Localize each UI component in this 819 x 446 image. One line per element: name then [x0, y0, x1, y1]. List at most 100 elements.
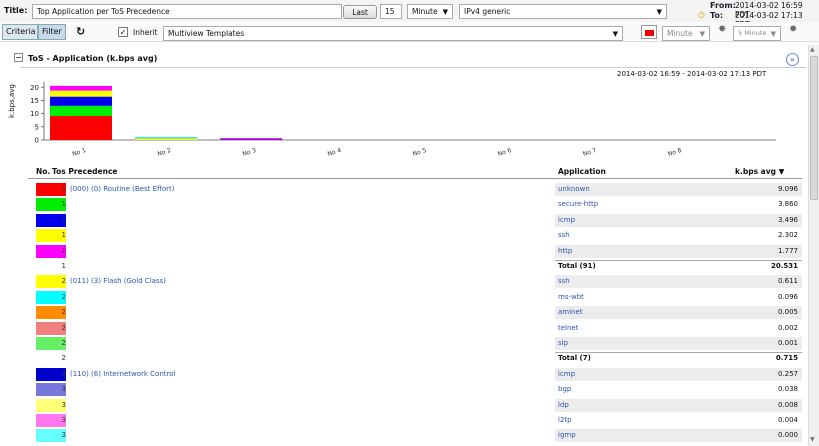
total-row[interactable]: 1 Total (91) 20.531	[30, 259, 802, 274]
to-label: To:	[710, 11, 724, 20]
kbps-value: 0.008	[777, 400, 798, 409]
header-application[interactable]: Application	[558, 167, 606, 176]
x-tick-label: No 8	[667, 147, 683, 158]
last-button[interactable]: Last	[343, 5, 377, 19]
tab-criteria[interactable]: Criteria	[2, 24, 38, 40]
application-link[interactable]: ssh	[558, 277, 570, 285]
table-row[interactable]: 2 sip 0.001	[30, 336, 802, 351]
chevron-down-icon: ▼	[656, 8, 662, 16]
application-link[interactable]: ssh	[558, 231, 570, 239]
minute-select[interactable]: Minute ▼	[662, 26, 710, 41]
table-row[interactable]: 3 l2tp 0.004	[30, 413, 802, 428]
tos-precedence-link[interactable]: (011) (3) Flash (Gold Class)	[70, 277, 166, 285]
gear-icon[interactable]: ✸	[718, 24, 726, 35]
last-count-input[interactable]: 15	[380, 4, 402, 19]
scrollbar-thumb[interactable]	[810, 56, 818, 200]
kbps-value: 0.000	[777, 431, 798, 440]
unit-select[interactable]: Minute ▼	[407, 4, 453, 19]
rank-number: 2	[61, 339, 66, 347]
x-tick-label: No 2	[157, 147, 173, 158]
inherit-checkbox[interactable]: ✓	[118, 27, 128, 37]
application-link[interactable]: icmp	[558, 370, 575, 378]
template-select[interactable]: IPv4 generic ▼	[459, 4, 667, 19]
row-background	[555, 429, 802, 443]
table-row[interactable]: 1 ssh 2.302	[30, 228, 802, 243]
header-tos-precedence: Tos Precedence	[52, 167, 118, 176]
table-row[interactable]: 1 (000) (0) Routine (Best Effort) unknown 9…	[30, 182, 802, 197]
application-link[interactable]: sip	[558, 339, 568, 347]
application-link[interactable]: ldp	[558, 401, 569, 409]
tos-precedence-link[interactable]: (000) (0) Routine (Best Effort)	[70, 185, 174, 193]
table-row[interactable]: 2 aminet 0.005	[30, 305, 802, 320]
table-row[interactable]: 1 icmp 3.496	[30, 213, 802, 228]
header-kbps-avg[interactable]: k.bps avg ▼	[735, 167, 784, 176]
application-link[interactable]: bgp	[558, 385, 571, 393]
table-row[interactable]: 2 telnet 0.002	[30, 321, 802, 336]
y-tick-label: 0	[35, 137, 39, 145]
total-label: Total (7)	[558, 354, 591, 363]
five-minute-select[interactable]: 5 Minute ▼	[733, 26, 781, 41]
y-tick-label: 5	[35, 123, 39, 131]
rank-number: 1	[61, 262, 66, 270]
table-row[interactable]: 1 secure-http 3.860	[30, 197, 802, 212]
kbps-value: 0.257	[777, 369, 798, 378]
chevron-down-icon: ▼	[770, 30, 776, 38]
x-tick-label: No 5	[412, 147, 428, 158]
row-background	[555, 367, 802, 381]
row-background	[555, 306, 802, 320]
rank-number: 3	[61, 400, 66, 409]
sort-desc-icon: ▼	[778, 167, 785, 176]
bar-segment	[220, 138, 283, 140]
rank-number: 3	[61, 385, 66, 394]
application-link[interactable]: l2tp	[558, 416, 572, 424]
chevron-down-icon: ▼	[612, 30, 618, 38]
total-row[interactable]: 2 Total (7) 0.715	[30, 351, 802, 366]
application-link[interactable]: aminet	[558, 308, 583, 316]
kbps-value: 0.715	[775, 354, 798, 363]
rank-number: 3	[61, 369, 66, 378]
table-row[interactable]: 1 http 1.777	[30, 244, 802, 259]
expand-icon[interactable]: »	[786, 53, 799, 66]
scroll-down-icon[interactable]: ▼	[810, 436, 815, 443]
application-link[interactable]: igmp	[558, 431, 576, 439]
refresh-icon[interactable]: ↻	[76, 25, 85, 38]
table-row[interactable]: 3 igmp 0.000	[30, 428, 802, 443]
y-tick-label: 10	[30, 110, 39, 118]
clock-icon[interactable]: ◷	[698, 10, 705, 19]
table-row[interactable]: 2 ms-wbt 0.096	[30, 290, 802, 305]
kbps-value: 3.860	[777, 200, 798, 209]
bar-segment	[135, 137, 198, 139]
application-link[interactable]: http	[558, 247, 572, 255]
section-timerange: 2014-03-02 16:59 - 2014-03-02 17:13 PDT	[617, 70, 767, 78]
settings-icon[interactable]: ✸	[789, 24, 797, 35]
table-row[interactable]: 2 (011) (3) Flash (Gold Class) ssh 0.611	[30, 274, 802, 289]
title-input[interactable]: Top Application per ToS Precedence	[32, 4, 342, 19]
divider	[20, 67, 806, 68]
kbps-value: 0.005	[777, 308, 798, 317]
application-link[interactable]: secure-http	[558, 200, 598, 208]
inherit-label: Inherit	[133, 28, 158, 37]
table-row[interactable]: 3 bgp 0.038	[30, 382, 802, 397]
header-kbps-label: k.bps avg	[735, 167, 776, 176]
table-row[interactable]: 3 ldp 0.008	[30, 398, 802, 413]
chevron-down-icon: ▼	[442, 8, 448, 16]
rank-number: 1	[61, 231, 66, 240]
scroll-up-icon[interactable]: ▲	[810, 46, 815, 53]
rank-number: 2	[61, 323, 66, 332]
application-link[interactable]: icmp	[558, 216, 575, 224]
kbps-value: 0.004	[777, 416, 798, 424]
tos-precedence-link[interactable]: (110) (6) Internetwork Control	[70, 370, 175, 378]
color-picker-button[interactable]	[641, 25, 657, 39]
application-link[interactable]: ms-wbt	[558, 293, 584, 301]
multiview-select[interactable]: Multiview Templates ▼	[163, 26, 623, 41]
bar-segment	[50, 85, 112, 91]
y-tick-label: 15	[30, 97, 39, 105]
application-link[interactable]: telnet	[558, 324, 578, 332]
collapse-icon[interactable]: −	[14, 53, 23, 62]
section-title: ToS - Application (k.bps avg)	[28, 54, 158, 63]
application-link[interactable]: unknown	[558, 185, 590, 193]
tab-filter[interactable]: Filter	[38, 24, 66, 40]
color-swatch-icon	[645, 30, 654, 36]
table-row[interactable]: 3 (110) (6) Internetwork Control icmp 0.257	[30, 367, 802, 382]
kbps-value: 3.496	[777, 215, 798, 224]
